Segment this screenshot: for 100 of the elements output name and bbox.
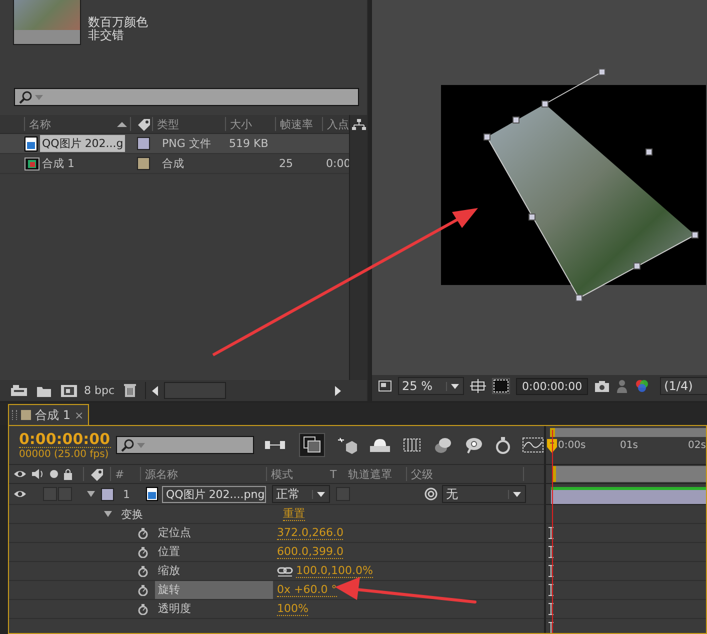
column-header[interactable]: 源名称 — [145, 466, 178, 482]
mode-dropdown[interactable]: 正常 — [272, 485, 330, 503]
draft-3d-icon[interactable] — [299, 433, 325, 457]
parent-dropdown[interactable]: 无 — [442, 485, 526, 503]
toggle-box[interactable] — [58, 487, 72, 501]
stopwatch-icon[interactable] — [137, 565, 149, 577]
graph-editor-icon[interactable] — [522, 437, 544, 453]
property-name[interactable]: 定位点 — [155, 524, 273, 542]
color-channels-icon[interactable] — [634, 379, 650, 393]
property-value[interactable]: 372.0,266.0 — [277, 526, 344, 540]
property-name[interactable]: 透明度 — [155, 600, 273, 618]
bulb-icon[interactable] — [464, 436, 484, 454]
time-label: 02s — [688, 440, 706, 451]
layer-row[interactable]: 1 QQ图片 202....png 正常 无 — [9, 484, 544, 505]
item-name: 合成 1 — [41, 156, 76, 172]
property-value[interactable]: 0x +60.0 ° — [277, 583, 337, 597]
lock-icon[interactable] — [63, 468, 73, 480]
tag-icon[interactable] — [89, 467, 105, 481]
column-header[interactable]: 父级 — [411, 466, 433, 482]
search-icon — [18, 90, 32, 104]
keyframe-navigator-icon[interactable] — [548, 603, 554, 615]
keyframe-navigator-icon[interactable] — [548, 546, 554, 558]
sort-icon[interactable] — [116, 120, 128, 128]
caret-icon — [312, 490, 326, 498]
column-header[interactable]: 入点 — [327, 116, 349, 132]
pick-whip-icon[interactable] — [424, 487, 438, 501]
flowchart-icon[interactable] — [352, 119, 366, 131]
keyframe-navigator-icon[interactable] — [548, 527, 554, 539]
search-icon — [120, 438, 134, 452]
zoom-dropdown[interactable]: 25 % — [398, 377, 464, 395]
stopwatch-icon[interactable] — [137, 603, 149, 615]
image-file-icon — [24, 136, 38, 152]
column-header[interactable]: 名称 — [29, 116, 51, 132]
toggle-box[interactable] — [336, 487, 350, 501]
interpret-footage-icon[interactable] — [10, 384, 28, 398]
caret-icon — [508, 490, 522, 498]
bit-depth-button[interactable]: 8 bpc — [84, 384, 115, 397]
column-header[interactable]: 轨道遮罩 — [348, 466, 392, 482]
right-arrow-icon[interactable] — [333, 384, 343, 396]
frame-info: 00000 (25.00 fps) — [19, 448, 110, 460]
tab-label: 合成 1 — [35, 406, 70, 424]
property-value[interactable]: 600.0,399.0 — [277, 545, 344, 559]
property-name[interactable]: 旋转 — [155, 581, 273, 599]
reset-link[interactable]: 重置 — [283, 507, 305, 521]
region-icon[interactable] — [378, 380, 392, 392]
scroll-thumb[interactable] — [164, 382, 226, 399]
caret-icon — [446, 382, 460, 390]
eye-icon[interactable] — [13, 488, 27, 500]
keyframe-navigator-icon[interactable] — [548, 622, 554, 633]
film-strip-icon[interactable] — [402, 437, 422, 453]
node-icon[interactable] — [264, 438, 288, 452]
project-item[interactable]: QQ图片 202...g PNG 文件 519 KB — [0, 134, 349, 154]
photo-placeholder — [14, 0, 80, 30]
trash-icon[interactable] — [122, 383, 137, 398]
keyframe-navigator-icon[interactable] — [548, 565, 554, 577]
keyframe-navigator-icon[interactable] — [548, 584, 554, 596]
speaker-icon[interactable] — [31, 468, 45, 480]
eye-icon[interactable] — [13, 468, 27, 480]
film-icon — [24, 156, 40, 170]
search-field[interactable] — [116, 436, 254, 454]
triangle-icon[interactable] — [86, 489, 96, 499]
stopwatch-icon[interactable] — [137, 584, 149, 596]
dot-icon[interactable] — [49, 469, 59, 479]
property-value[interactable]: 100% — [277, 602, 308, 616]
new-composition-icon[interactable] — [60, 384, 78, 398]
toggle-box[interactable] — [43, 487, 57, 501]
property-name[interactable]: 位置 — [155, 543, 273, 561]
label-swatch[interactable] — [136, 157, 150, 170]
column-header[interactable]: 模式 — [271, 466, 293, 482]
stopwatch-icon[interactable] — [495, 436, 511, 454]
stopwatch-icon[interactable] — [137, 527, 149, 539]
label-swatch[interactable] — [136, 137, 150, 150]
link-icon[interactable] — [277, 565, 293, 577]
column-header[interactable]: 类型 — [157, 116, 179, 132]
search-field[interactable] — [14, 88, 359, 106]
disc-stack-icon[interactable] — [433, 436, 453, 454]
column-header[interactable]: # — [115, 468, 124, 480]
camera-icon[interactable] — [594, 380, 610, 392]
item-name: QQ图片 202...g — [40, 135, 126, 152]
close-button[interactable]: × — [74, 408, 84, 422]
composition-tab[interactable]: 合成 1 × — [8, 404, 89, 425]
column-header[interactable]: T — [330, 468, 337, 480]
time-label: 01s — [620, 440, 638, 451]
column-header[interactable]: 大小 — [230, 116, 252, 132]
transparency-grid-icon[interactable] — [492, 378, 510, 394]
timecode-field[interactable]: 0:00:00:00 — [516, 378, 588, 394]
resolution-dropdown[interactable]: (1/4) — [660, 377, 707, 395]
left-arrow-icon[interactable] — [150, 384, 160, 396]
image-file-icon — [146, 487, 158, 501]
person-icon[interactable] — [616, 379, 628, 393]
grid-icon[interactable] — [470, 379, 486, 393]
triangle-icon[interactable] — [103, 509, 113, 519]
layer-name[interactable]: QQ图片 202....png — [162, 486, 266, 502]
current-time[interactable]: 0:00:00:00 — [19, 430, 111, 448]
property-name[interactable]: 缩放 — [155, 562, 273, 580]
layer-number: 1 — [122, 488, 131, 500]
stopwatch-icon[interactable] — [137, 546, 149, 558]
label-swatch[interactable] — [101, 488, 114, 500]
column-header[interactable]: 帧速率 — [280, 116, 313, 132]
tag-icon[interactable] — [136, 117, 152, 131]
